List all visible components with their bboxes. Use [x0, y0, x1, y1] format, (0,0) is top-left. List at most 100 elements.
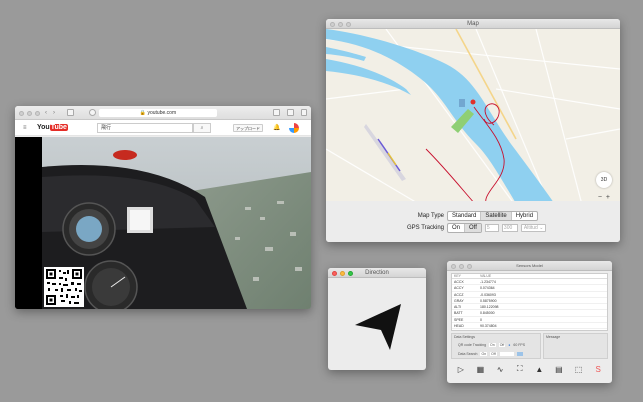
map-controls-panel: Map Type Standard Satellite Hybrid GPS T…	[326, 201, 620, 242]
ds-on-option[interactable]: On	[480, 352, 488, 356]
ds-off-option[interactable]: Off	[490, 352, 497, 356]
row-key: SPEE	[454, 317, 464, 322]
map-type-standard[interactable]: Standard	[448, 212, 482, 220]
row-value: -1.234774	[480, 280, 496, 284]
gps-on[interactable]: On	[448, 224, 466, 232]
qr-tracking-row: QR code Tracking On Off ● 60 FPS	[458, 343, 525, 347]
data-search-row: Data Search On Off	[458, 352, 523, 356]
window-title: Map	[467, 21, 479, 27]
location-pin-icon[interactable]	[470, 99, 476, 105]
gps-color-select[interactable]: Altitud ⌄	[520, 224, 547, 232]
chart-icon[interactable]: ∿	[495, 365, 506, 374]
gps-interval-field[interactable]: 5	[484, 224, 499, 232]
gps-tracking-row: GPS Tracking On Off 5 300 Altitud ⌄	[394, 223, 547, 233]
back-button[interactable]: ‹	[45, 109, 47, 117]
compass-3d-button[interactable]: 3D	[596, 172, 612, 188]
share-icon[interactable]	[273, 109, 280, 116]
sensors-window: Sensors Model KEY VALUE ACCX -1.234774 AC…	[447, 261, 612, 383]
qr-code-icon[interactable]: ▦	[475, 365, 486, 374]
row-key: ALTI	[454, 305, 462, 310]
data-settings-box: Data Settings QR code Tracking On Off ● …	[451, 333, 541, 359]
sensor-table: KEY VALUE ACCX -1.234774 ACCY 0.074364 ACC…	[451, 273, 608, 331]
table-row[interactable]: HEAD 90.374804	[452, 323, 607, 330]
row-key: ACCZ	[454, 292, 464, 297]
new-tab-icon[interactable]	[301, 109, 307, 116]
map-type-segmented[interactable]: Standard Satellite Hybrid	[447, 211, 539, 221]
youtube-logo[interactable]: YouTube	[37, 124, 68, 131]
youtube-icon[interactable]: ▷	[455, 365, 466, 374]
data-search-label: Data Search	[458, 352, 478, 356]
tabs-icon[interactable]	[287, 109, 294, 116]
tool-dock: ▷ ▦ ∿ ⛶ ▲ ▤ ⬚ S	[451, 359, 608, 379]
settings-title: Data Settings	[454, 335, 476, 339]
app-logo-icon[interactable]: S	[593, 365, 604, 374]
search-button[interactable]: ⌕	[193, 123, 211, 133]
document-icon[interactable]: ▤	[553, 365, 564, 374]
browser-toolbar: ‹ › 🔒 youtube.com	[15, 106, 311, 120]
minimize-button[interactable]	[27, 110, 32, 116]
row-value: 90.374804	[480, 324, 497, 329]
close-button[interactable]	[19, 110, 24, 116]
search-input[interactable]: 飛行	[97, 123, 193, 133]
row-key: BATT	[454, 311, 463, 316]
sensors-titlebar: Sensors Model	[447, 261, 612, 271]
window-title: Direction	[365, 270, 389, 276]
direction-titlebar: Direction	[328, 268, 426, 278]
message-title: Message	[546, 335, 561, 339]
map-type-satellite[interactable]: Satellite	[481, 212, 512, 220]
map-type-label: Map Type	[417, 213, 444, 219]
gps-off[interactable]: Off	[465, 224, 481, 232]
data-search-select[interactable]	[516, 352, 523, 356]
data-search-field[interactable]	[499, 352, 514, 356]
message-box: Message	[543, 333, 608, 359]
direction-icon[interactable]: ▲	[534, 365, 545, 374]
zoom-button[interactable]	[35, 110, 40, 116]
upload-button[interactable]: アップロード	[233, 124, 263, 132]
gps-distance-field[interactable]: 300	[501, 224, 518, 232]
qr-code	[44, 267, 84, 307]
map-icon[interactable]: ⛶	[514, 364, 525, 374]
bell-icon[interactable]: 🔔	[273, 124, 280, 131]
avatar[interactable]	[289, 123, 299, 133]
row-value: 0.5875900	[480, 298, 497, 303]
gps-tracking-label: GPS Tracking	[406, 225, 444, 231]
row-value: -0.036093	[480, 292, 496, 297]
row-value: 0	[480, 317, 482, 322]
settings-icon[interactable]	[89, 109, 96, 116]
radio-icon[interactable]: ●	[508, 343, 510, 347]
zoom-out-button[interactable]: −	[598, 194, 606, 201]
direction-arrow-icon	[355, 304, 401, 350]
search-icon: ⌕	[200, 125, 204, 131]
row-key: HEAD	[454, 324, 464, 329]
map-view[interactable]: 3D −+ Legal	[326, 29, 620, 220]
zoom-controls[interactable]: −+	[598, 194, 614, 201]
window-title: Sensors Model	[516, 263, 543, 268]
address-text: youtube.com	[147, 110, 177, 116]
video-player[interactable]	[15, 137, 311, 309]
logo-you: You	[37, 124, 50, 131]
forward-button[interactable]: ›	[53, 109, 55, 117]
row-value: 0.074364	[480, 286, 495, 291]
address-bar[interactable]: 🔒 youtube.com	[99, 109, 217, 117]
map-titlebar: Map	[326, 19, 620, 29]
row-value: 0.845000	[480, 311, 495, 316]
gps-tracking-segmented[interactable]: On Off	[447, 223, 482, 233]
qr-off-option[interactable]: Off	[498, 343, 506, 347]
row-key: ACCY	[454, 286, 464, 291]
map-canvas	[326, 29, 620, 220]
zoom-in-button[interactable]: +	[606, 194, 614, 201]
cursor-icon[interactable]: ⬚	[573, 365, 584, 374]
sidebar-icon[interactable]	[67, 109, 74, 116]
chevron-down-icon: ⌄	[539, 225, 544, 231]
map-window: Map 3D −+ Map Type Standard Satellite Hy…	[326, 19, 620, 242]
fps-label: 60 FPS	[513, 343, 526, 347]
map-type-hybrid[interactable]: Hybrid	[512, 212, 537, 220]
direction-window: Direction	[328, 268, 426, 370]
menu-icon[interactable]: ≡	[23, 125, 27, 131]
logo-tube: Tube	[49, 124, 68, 131]
gps-select-value: Altitud	[523, 225, 538, 231]
qr-on-option[interactable]: On	[489, 343, 496, 347]
column-value: VALUE	[480, 274, 492, 278]
row-value: 180.122098	[480, 305, 499, 310]
map-type-row: Map Type Standard Satellite Hybrid	[394, 211, 539, 221]
